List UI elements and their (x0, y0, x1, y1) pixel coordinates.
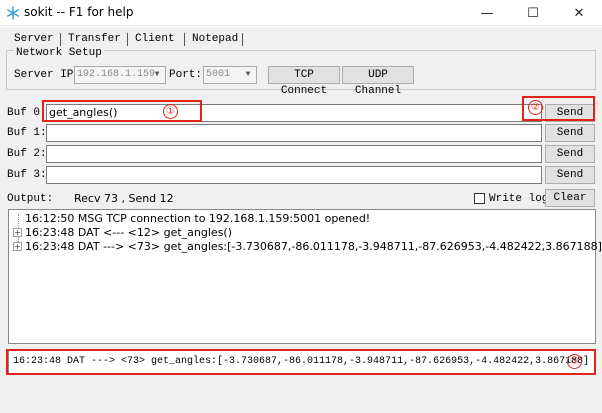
log-line-text: 16:23:48 DAT <--- <12> get_angles() (25, 226, 233, 239)
buf1-send-button[interactable]: Send (545, 124, 595, 142)
output-label: Output: (7, 193, 54, 205)
log-line-text: 16:23:48 DAT ---> <73> get_angles:[-3.73… (25, 240, 602, 253)
buf1-label: Buf 1: (7, 127, 47, 139)
log-line[interactable]: +16:23:48 DAT ---> <73> get_angles:[-3.7… (13, 240, 602, 254)
plus-box-icon[interactable]: + (13, 228, 22, 237)
port-value: 5001 (206, 69, 231, 80)
server-ip-label: Server IP: (14, 69, 81, 81)
buf1-input[interactable] (46, 124, 542, 142)
annotation-badge-1: ① (163, 104, 178, 119)
write-log-checkbox[interactable] (474, 193, 485, 204)
annotation-badge-2: ② (528, 100, 543, 115)
buf2-label: Buf 2: (7, 148, 47, 160)
tab-separator (242, 33, 243, 46)
tab-separator (60, 33, 61, 46)
buf3-input[interactable] (46, 166, 542, 184)
plus-box-icon[interactable]: + (13, 242, 22, 251)
server-ip-combo[interactable]: 192.168.1.159 ▼ (74, 66, 166, 84)
window-title: sokit -- F1 for help (24, 5, 134, 19)
highlight-status-line (6, 349, 596, 375)
log-line[interactable]: 16:12:50 MSG TCP connection to 192.168.1… (25, 212, 370, 226)
tab-label: Client (135, 33, 175, 45)
maximize-icon: ☐ (527, 5, 539, 21)
close-icon: ✕ (573, 5, 585, 21)
port-combo[interactable]: 5001 ▼ (203, 66, 257, 84)
chevron-down-icon[interactable]: ▼ (150, 68, 164, 82)
output-log[interactable]: 16:12:50 MSG TCP connection to 192.168.1… (8, 209, 602, 344)
chevron-down-icon[interactable]: ▼ (241, 68, 255, 82)
maximize-button[interactable]: ☐ (510, 0, 556, 26)
traffic-counters: Recv 73 , Send 12 (74, 192, 174, 205)
minimize-icon: — (480, 5, 494, 21)
udp-channel-button[interactable]: UDP Channel (342, 66, 414, 97)
close-button[interactable]: ✕ (556, 0, 602, 26)
tab-label: Notepad (192, 33, 239, 45)
log-line[interactable]: +16:23:48 DAT <--- <12> get_angles() (13, 226, 232, 240)
log-line-text: 16:12:50 MSG TCP connection to 192.168.1… (25, 212, 371, 225)
tab-transfer[interactable]: Transfer (62, 31, 127, 48)
tab-separator (184, 33, 185, 46)
minimize-button[interactable]: — (464, 0, 510, 26)
buf0-label: Buf 0: (7, 107, 47, 119)
tab-label: Transfer (68, 33, 121, 45)
tab-notepad[interactable]: Notepad (186, 31, 244, 48)
tcp-connect-button[interactable]: TCP Connect (268, 66, 340, 97)
snowflake-icon (7, 6, 19, 20)
tab-separator (127, 33, 128, 46)
buf2-input[interactable] (46, 145, 542, 163)
annotation-badge-3: ③ (567, 354, 582, 369)
tab-label: Server (14, 33, 54, 45)
port-label: Port: (169, 69, 203, 81)
server-ip-value: 192.168.1.159 (77, 69, 156, 80)
network-setup-legend: Network Setup (14, 47, 104, 59)
tab-server[interactable]: Server (8, 31, 60, 48)
buf2-send-button[interactable]: Send (545, 145, 595, 163)
write-log-label[interactable]: Write log (489, 192, 548, 206)
clear-button[interactable]: Clear (545, 189, 595, 207)
highlight-buf0-input (42, 100, 202, 122)
buf3-label: Buf 3: (7, 169, 47, 181)
tab-client[interactable]: Client (129, 31, 181, 48)
buf3-send-button[interactable]: Send (545, 166, 595, 184)
title-bar[interactable]: sokit -- F1 for help — ☐ ✕ (0, 0, 602, 26)
